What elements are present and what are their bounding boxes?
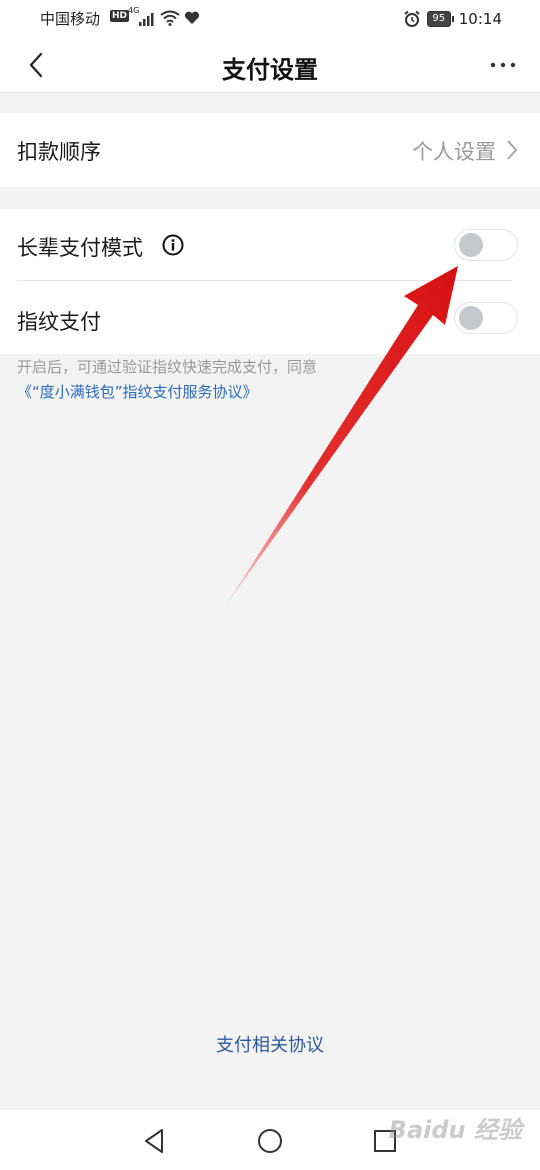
elder-mode-label: 长辈支付模式: [17, 236, 143, 260]
nav-bar: 支付设置: [0, 38, 540, 93]
toggle-knob: [459, 306, 483, 330]
heart-icon: [184, 11, 200, 24]
status-right: 95 10:14: [403, 6, 502, 32]
elder-mode-toggle[interactable]: [454, 229, 518, 261]
watermark-text: Baidu 经验: [388, 1116, 522, 1144]
fingerprint-hint: 开启后，可通过验证指纹快速完成支付，同意: [17, 358, 318, 376]
divider: [17, 280, 512, 281]
fingerprint-toggle[interactable]: [454, 302, 518, 334]
back-triangle-icon[interactable]: [140, 1126, 170, 1156]
status-bar: 中国移动 HD 4G 95 10:14: [0, 0, 540, 38]
carrier-name: 中国移动: [40, 10, 101, 28]
wifi-icon: [160, 10, 180, 26]
hd-badge: HD: [110, 10, 130, 22]
battery-icon: 95: [426, 11, 454, 27]
home-circle-icon[interactable]: [255, 1126, 285, 1156]
deduction-order-row[interactable]: 扣款顺序 个人设置: [0, 113, 540, 187]
deduction-order-label: 扣款顺序: [17, 140, 101, 164]
chevron-right-icon: [507, 140, 518, 160]
alarm-icon: [404, 10, 420, 27]
deduction-order-value: 个人设置: [412, 140, 496, 164]
payment-agreements-link[interactable]: 支付相关协议: [0, 1031, 540, 1057]
payment-toggles-group: 长辈支付模式 指纹支付: [0, 209, 540, 354]
page-title: 支付设置: [222, 56, 318, 84]
signal-icon: [139, 13, 154, 26]
toggle-knob: [459, 233, 483, 257]
fingerprint-label: 指纹支付: [17, 310, 101, 334]
more-options-icon[interactable]: [488, 56, 518, 74]
fingerprint-agreement-link[interactable]: 《“度小满钱包”指纹支付服务协议》: [17, 381, 258, 402]
clock: 10:14: [458, 10, 502, 28]
info-icon[interactable]: [162, 234, 184, 256]
